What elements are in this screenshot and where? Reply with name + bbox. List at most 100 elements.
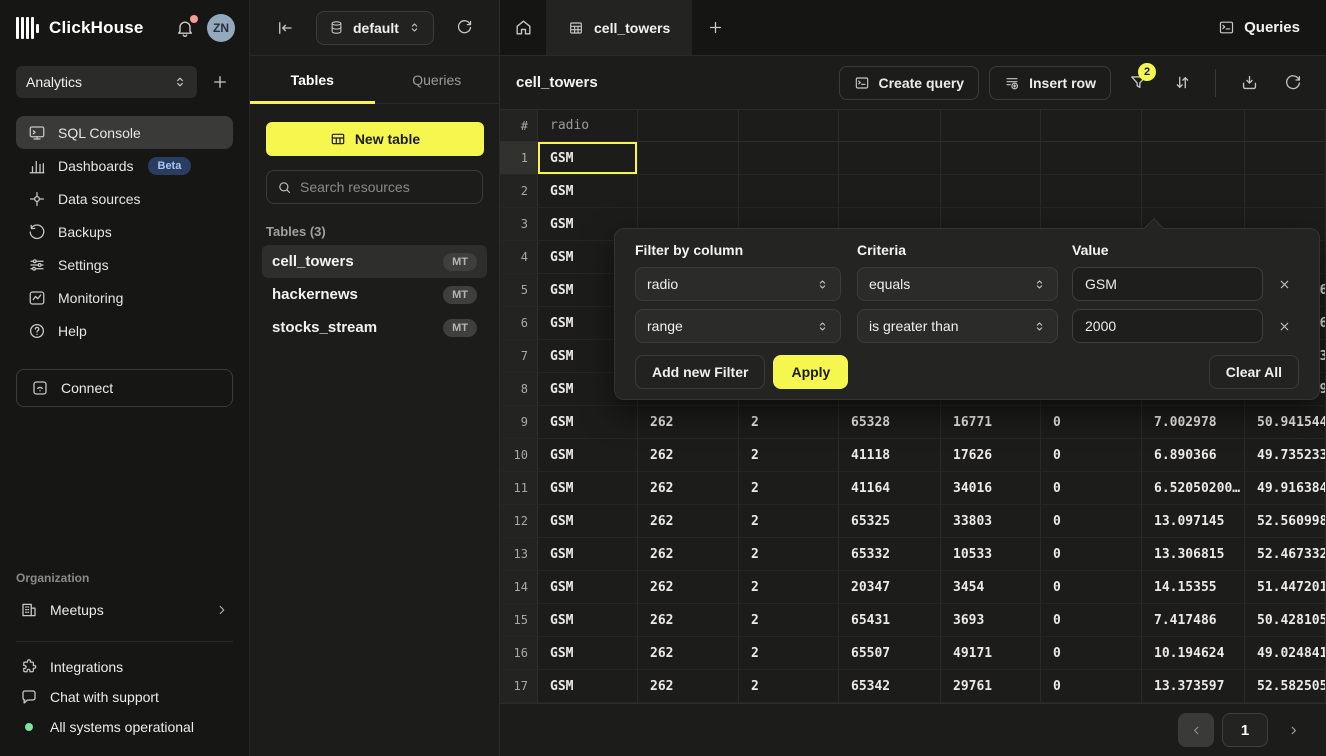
table-cell[interactable]: 0 (1041, 505, 1142, 538)
table-cell[interactable]: 262 (638, 571, 739, 604)
page-number-button[interactable]: 1 (1222, 713, 1268, 747)
table-cell[interactable]: 34016 (941, 472, 1041, 505)
table-cell[interactable]: GSM (538, 472, 638, 505)
table-cell[interactable]: 52.560998 (1245, 505, 1326, 538)
refresh-data-icon[interactable] (1276, 66, 1310, 100)
row-number[interactable]: 7 (500, 340, 538, 373)
apply-button[interactable]: Apply (773, 355, 848, 389)
new-table-button[interactable]: New table (266, 122, 484, 156)
sidebar-item-integrations[interactable]: Integrations (16, 652, 233, 682)
table-cell[interactable]: 6.52050200… (1142, 472, 1245, 505)
row-number[interactable]: 10 (500, 439, 538, 472)
table-cell[interactable]: 41164 (839, 472, 941, 505)
insert-row-button[interactable]: Insert row (989, 66, 1111, 100)
table-cell[interactable] (941, 175, 1041, 208)
table-cell[interactable]: 0 (1041, 637, 1142, 670)
table-cell[interactable]: 20347 (839, 571, 941, 604)
table-cell[interactable]: 51.447201 (1245, 571, 1326, 604)
sidebar-item-dashboards[interactable]: Dashboards Beta (16, 149, 233, 182)
table-cell[interactable]: 2 (739, 439, 839, 472)
table-cell[interactable]: 65325 (839, 505, 941, 538)
table-cell[interactable] (638, 175, 739, 208)
table-cell[interactable]: 0 (1041, 538, 1142, 571)
table-cell[interactable]: 33803 (941, 505, 1041, 538)
sidebar-item-sql-console[interactable]: SQL Console (16, 116, 233, 149)
table-cell[interactable]: 10533 (941, 538, 1041, 571)
table-cell[interactable]: 50.428105 (1245, 604, 1326, 637)
table-cell[interactable]: 17626 (941, 439, 1041, 472)
table-cell[interactable] (1142, 175, 1245, 208)
table-cell[interactable]: 65507 (839, 637, 941, 670)
table-cell[interactable]: 13.097145 (1142, 505, 1245, 538)
table-cell[interactable]: GSM (538, 604, 638, 637)
table-cell[interactable]: 0 (1041, 670, 1142, 703)
table-cell[interactable]: 16771 (941, 406, 1041, 439)
table-cell[interactable]: 7.417486 (1142, 604, 1245, 637)
table-cell[interactable]: 41118 (839, 439, 941, 472)
row-number[interactable]: 16 (500, 637, 538, 670)
home-icon[interactable] (500, 0, 546, 55)
tab-tables[interactable]: Tables (250, 56, 375, 103)
table-cell[interactable]: 262 (638, 604, 739, 637)
workspace-select[interactable]: Analytics (16, 66, 197, 98)
prev-page-chevron-icon[interactable] (1178, 713, 1214, 747)
clear-all-button[interactable]: Clear All (1209, 355, 1299, 389)
table-cell[interactable]: GSM (538, 439, 638, 472)
table-cell[interactable]: 50.941544 (1245, 406, 1326, 439)
remove-filter-icon[interactable] (1269, 311, 1299, 341)
table-cell[interactable]: 262 (638, 670, 739, 703)
table-cell[interactable]: 65342 (839, 670, 941, 703)
table-cell[interactable]: 2 (739, 637, 839, 670)
table-cell[interactable]: 49.024841 (1245, 637, 1326, 670)
row-number[interactable]: 14 (500, 571, 538, 604)
avatar[interactable]: ZN (207, 14, 235, 42)
table-cell[interactable]: 2 (739, 406, 839, 439)
table-cell[interactable]: GSM (538, 670, 638, 703)
filter-criteria-select[interactable]: is greater than (857, 309, 1058, 343)
sidebar-item-settings[interactable]: Settings (16, 248, 233, 281)
table-cell[interactable]: 49.735233 (1245, 439, 1326, 472)
table-cell[interactable]: 65332 (839, 538, 941, 571)
table-cell[interactable]: 262 (638, 406, 739, 439)
table-cell[interactable]: 262 (638, 538, 739, 571)
table-cell[interactable]: GSM (538, 142, 638, 175)
system-status[interactable]: All systems operational (16, 712, 233, 742)
table-cell[interactable]: 0 (1041, 406, 1142, 439)
table-cell[interactable]: 0 (1041, 571, 1142, 604)
table-cell[interactable]: 52.582505 (1245, 670, 1326, 703)
tab-cell-towers[interactable]: cell_towers (546, 0, 692, 55)
next-page-chevron-icon[interactable] (1276, 713, 1310, 747)
table-cell[interactable]: 14.15355 (1142, 571, 1245, 604)
table-cell[interactable]: 0 (1041, 604, 1142, 637)
table-cell[interactable] (739, 142, 839, 175)
table-cell[interactable]: 2 (739, 670, 839, 703)
remove-filter-icon[interactable] (1269, 269, 1299, 299)
refresh-tables-icon[interactable] (452, 15, 477, 40)
connect-button[interactable]: Connect (16, 369, 233, 407)
tab-queries[interactable]: Queries (375, 56, 500, 103)
table-list-item-cell-towers[interactable]: cell_towers MT (262, 245, 487, 278)
sidebar-item-monitoring[interactable]: Monitoring (16, 281, 233, 314)
row-number[interactable]: 5 (500, 274, 538, 307)
table-cell[interactable] (839, 175, 941, 208)
filter-criteria-select[interactable]: equals (857, 267, 1058, 301)
table-cell[interactable] (739, 175, 839, 208)
row-number[interactable]: 13 (500, 538, 538, 571)
table-cell[interactable]: 13.306815 (1142, 538, 1245, 571)
row-number[interactable]: 6 (500, 307, 538, 340)
row-number[interactable]: 3 (500, 208, 538, 241)
table-list-item-hackernews[interactable]: hackernews MT (262, 278, 487, 311)
download-icon[interactable] (1232, 66, 1266, 100)
table-cell[interactable] (839, 142, 941, 175)
table-cell[interactable]: GSM (538, 571, 638, 604)
sidebar-item-data-sources[interactable]: Data sources (16, 182, 233, 215)
table-list-item-stocks-stream[interactable]: stocks_stream MT (262, 311, 487, 344)
queries-button[interactable]: Queries (1192, 0, 1326, 55)
table-cell[interactable]: GSM (538, 637, 638, 670)
table-cell[interactable]: 262 (638, 505, 739, 538)
sidebar-item-help[interactable]: Help (16, 314, 233, 347)
table-cell[interactable]: 262 (638, 472, 739, 505)
table-cell[interactable]: GSM (538, 406, 638, 439)
table-cell[interactable]: 2 (739, 604, 839, 637)
table-cell[interactable] (1245, 142, 1326, 175)
